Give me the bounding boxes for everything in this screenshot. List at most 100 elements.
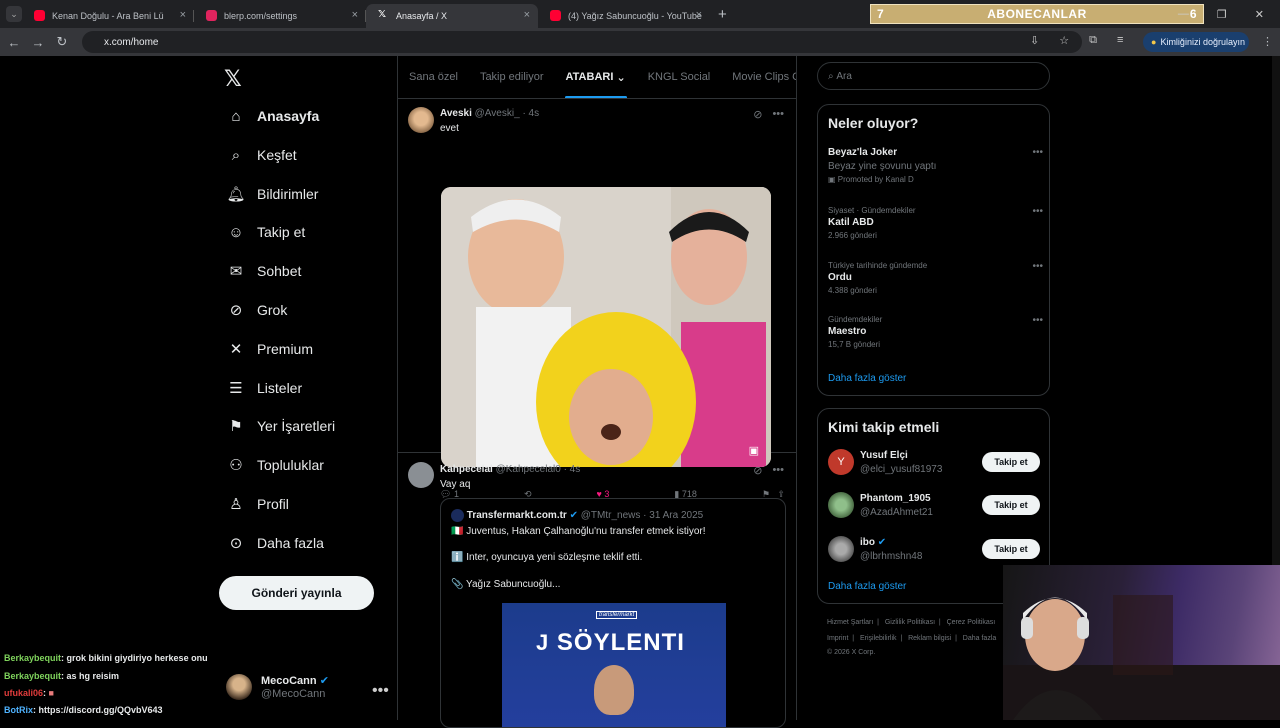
x-favicon-icon: 𝕏 <box>378 9 387 20</box>
more-icon[interactable]: ••• <box>1032 206 1043 217</box>
restore-icon[interactable]: ❐ <box>1217 8 1227 21</box>
grok-icon[interactable]: ⊘ <box>753 464 762 477</box>
follow-button[interactable]: Takip et <box>982 495 1040 515</box>
footer-link[interactable]: Erişilebilirlik <box>860 635 897 642</box>
nav-grok[interactable]: ⊘ Grok <box>225 299 288 321</box>
trend-title: Ordu <box>828 272 852 283</box>
follow-button[interactable]: Takip et <box>982 539 1040 559</box>
browser-tab[interactable]: Kenan Doğulu - Ara Beni Lü × <box>22 4 194 28</box>
nav-communities[interactable]: ⚇ Topluluklar <box>225 454 324 476</box>
close-window-icon[interactable]: ✕ <box>1255 8 1264 21</box>
tab-for-you[interactable]: Sana özel <box>398 56 469 98</box>
footer-link[interactable]: Gizlilik Politikası <box>885 619 935 626</box>
more-icon[interactable]: ••• <box>372 682 389 700</box>
tweet-video[interactable]: ▣ <box>441 187 771 467</box>
grok-icon[interactable]: ⊘ <box>753 108 762 121</box>
suggestion-name: Phantom_1905 <box>860 493 931 504</box>
verify-identity-button[interactable]: ● Kimliğinizi doğrulayın <box>1143 32 1249 52</box>
menu-icon[interactable]: ⋮ <box>1262 35 1273 48</box>
author-name[interactable]: Kahpecelal <box>440 464 493 475</box>
tab-title: Anasayfa / X <box>396 11 448 21</box>
show-more-link[interactable]: Daha fazla göster <box>828 581 906 592</box>
trend-item[interactable]: Beyaz'la Joker Beyaz yine şovunu yaptı ▣… <box>828 147 1043 184</box>
footer-link[interactable]: Çerez Politikası <box>947 619 996 626</box>
timeline-tabs: Sana özel Takip ediliyor ATABARI ⌄ KNGL … <box>398 56 796 99</box>
author-handle[interactable]: @Aveski_ <box>475 108 520 119</box>
close-icon[interactable]: × <box>352 9 358 21</box>
footer-link[interactable]: Daha fazla <box>963 635 996 642</box>
nav-profile[interactable]: ♙ Profil <box>225 493 289 515</box>
nav-follow[interactable]: ☺ Takip et <box>225 221 305 243</box>
follow-suggestion[interactable]: ibo ✔ @lbrhmshn48 Takip et <box>828 535 1040 565</box>
trend-item[interactable]: Türkiye tarihinde gündemde Ordu 4.388 gö… <box>828 261 1043 295</box>
url-bar[interactable]: x.com/home <box>82 31 1082 53</box>
avatar[interactable] <box>408 462 434 488</box>
media-icon[interactable]: ≡ <box>1117 34 1123 47</box>
follow-button[interactable]: Takip et <box>982 452 1040 472</box>
author-name[interactable]: Aveski <box>440 108 472 119</box>
avatar[interactable] <box>408 107 434 133</box>
more-circle-icon: ⊙ <box>229 535 243 552</box>
tab-following[interactable]: Takip ediliyor <box>469 56 555 98</box>
more-icon[interactable]: ••• <box>1032 147 1043 158</box>
nav-more[interactable]: ⊙ Daha fazla <box>225 532 324 554</box>
extensions-icon[interactable]: ⧉ <box>1089 34 1097 47</box>
quote-author-handle[interactable]: @TMtr_news <box>581 510 641 521</box>
tab-search-icon[interactable]: ⌄ <box>6 6 22 22</box>
webcam-overlay <box>1003 565 1280 720</box>
tweet-time[interactable]: · 4s <box>522 108 539 119</box>
follow-suggestion[interactable]: Y Yusuf Elçi @elci_yusuf81973 Takip et <box>828 448 1040 478</box>
close-icon[interactable]: × <box>524 9 530 21</box>
browser-tab[interactable]: blerp.com/settings × <box>194 4 366 28</box>
show-more-link[interactable]: Daha fazla göster <box>828 373 906 384</box>
nav-premium[interactable]: ✕ Premium <box>225 338 313 360</box>
footer-link[interactable]: Hizmet Şartları <box>827 619 873 626</box>
verified-icon: ✔ <box>319 675 329 687</box>
quote-author-name[interactable]: Transfermarkt.com.tr <box>467 510 567 521</box>
close-icon[interactable]: × <box>696 9 702 21</box>
tweet-time[interactable]: · 4s <box>564 464 581 475</box>
search-input[interactable]: ⌕ Ara <box>817 62 1050 90</box>
back-icon[interactable]: ← <box>2 35 26 50</box>
minimize-icon[interactable]: — <box>1178 8 1189 20</box>
nav-label: Yer İşaretleri <box>257 418 336 434</box>
nav-explore[interactable]: ⌕ Keşfet <box>225 144 297 166</box>
footer-link[interactable]: Reklam bilgisi <box>908 635 951 642</box>
quoted-tweet[interactable]: Transfermarkt.com.tr ✔ @TMtr_news · 31 A… <box>440 498 786 728</box>
follow-suggestion[interactable]: Phantom_1905 @AzadAhmet21 Takip et <box>828 491 1040 521</box>
browser-tab[interactable]: (4) Yağız Sabuncuoğlu - YouTube × <box>538 4 710 28</box>
nav-messages[interactable]: ✉ Sohbet <box>225 260 302 282</box>
tab-atabari[interactable]: ATABARI ⌄ <box>555 56 637 98</box>
footer-link[interactable]: Imprint <box>827 635 848 642</box>
forward-icon[interactable]: → <box>26 35 50 50</box>
trend-item[interactable]: Siyaset · Gündemdekiler Katil ABD 2.966 … <box>828 206 1043 240</box>
quote-date[interactable]: · 31 Ara 2025 <box>643 510 703 521</box>
player-photo <box>594 665 634 715</box>
more-icon[interactable]: ••• <box>772 108 784 121</box>
nav-notifications[interactable]: 🔔︎ Bildirimler <box>225 183 318 205</box>
nav-home[interactable]: ⌂ Anasayfa <box>225 105 319 127</box>
reload-icon[interactable]: ↻ <box>50 34 74 50</box>
more-icon[interactable]: ••• <box>1032 315 1043 326</box>
trend-item[interactable]: Gündemdekiler Maestro 15,7 B gönderi ••• <box>828 315 1043 349</box>
tab-movie-clips[interactable]: Movie Clips Com <box>721 56 796 98</box>
quote-image[interactable]: transfermarkt J SÖYLENTI <box>502 603 726 727</box>
star-icon[interactable]: ☆ <box>1059 34 1069 47</box>
browser-tab-active[interactable]: 𝕏 Anasayfa / X × <box>366 4 538 28</box>
more-icon[interactable]: ••• <box>1032 261 1043 272</box>
new-tab-button[interactable]: + <box>718 6 727 23</box>
tweet[interactable]: Aveski @Aveski_ · 4s ⊘ ••• evet ▣ 💬︎ 1 ⟲… <box>398 100 796 499</box>
account-switcher[interactable]: MecoCann ✔ @MecoCann ••• <box>226 674 389 700</box>
nav-lists[interactable]: ☰ Listeler <box>225 377 302 399</box>
promoted-icon: ▣ <box>828 175 836 184</box>
quote-text-line: ℹ️ Inter, oyuncuya yeni sözleşme teklif … <box>451 552 643 563</box>
tab-kngl-social[interactable]: KNGL Social <box>637 56 722 98</box>
author-handle[interactable]: @Kahpecelal0 <box>496 464 561 475</box>
nav-label: Bildirimler <box>257 186 319 202</box>
x-logo-icon[interactable]: 𝕏 <box>224 66 242 92</box>
nav-bookmarks[interactable]: ⚑ Yer İşaretleri <box>225 415 335 437</box>
install-icon[interactable]: ⇩ <box>1030 34 1039 47</box>
post-button[interactable]: Gönderi yayınla <box>219 576 374 610</box>
more-icon[interactable]: ••• <box>772 464 784 477</box>
close-icon[interactable]: × <box>180 9 186 21</box>
